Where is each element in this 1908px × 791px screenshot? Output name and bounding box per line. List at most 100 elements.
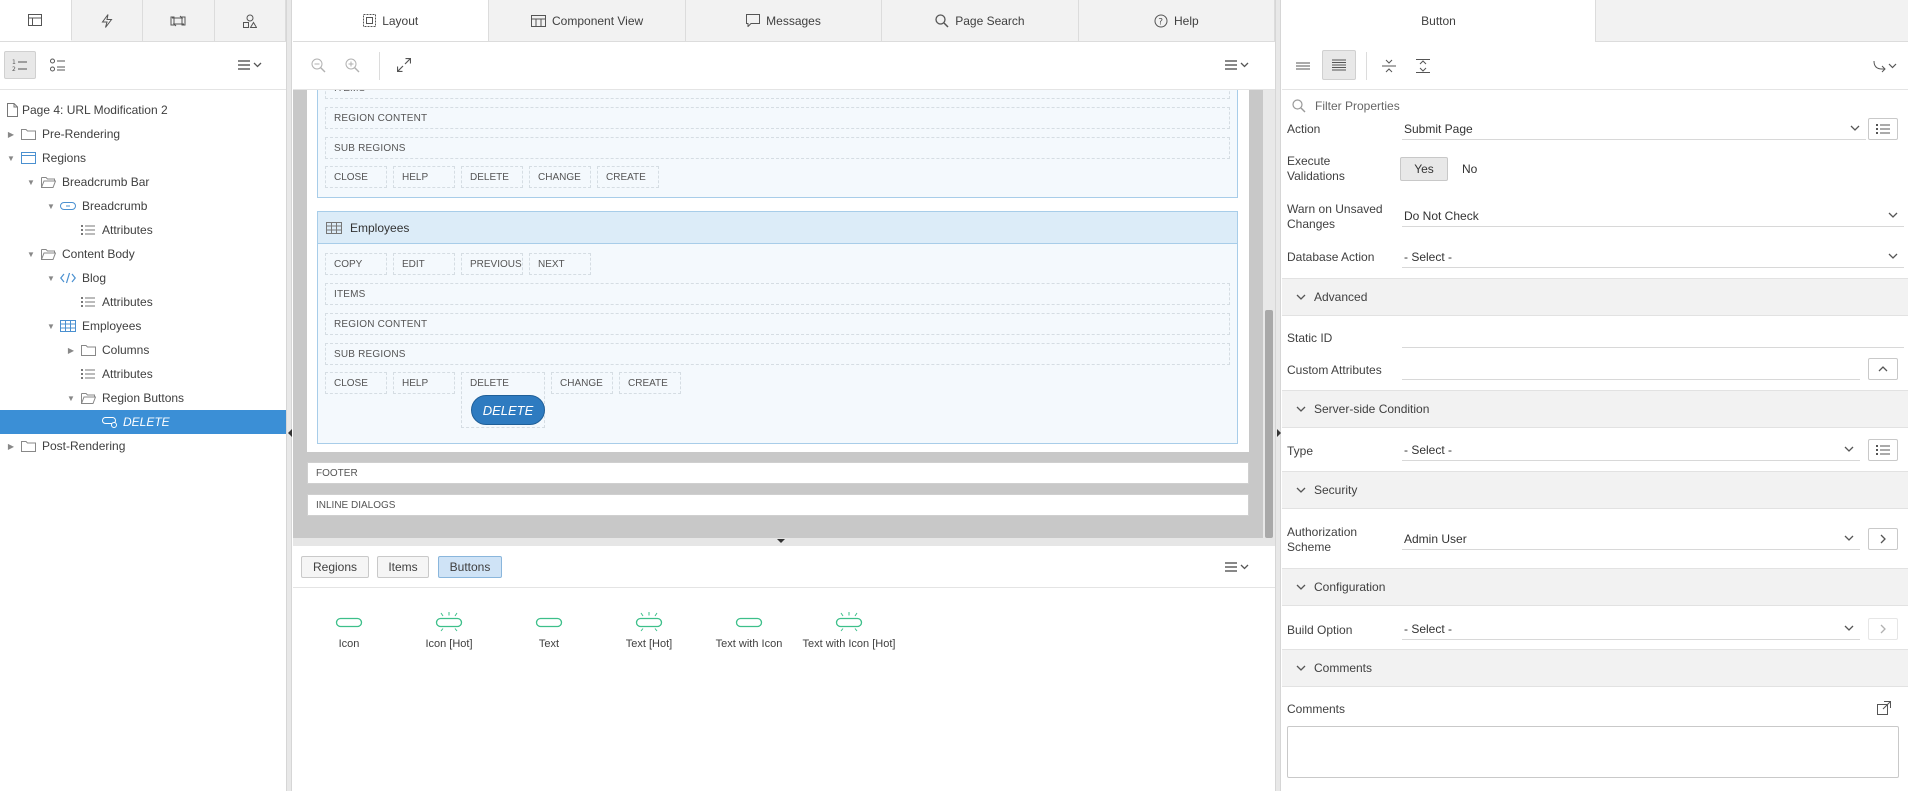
- expand-layout-button[interactable]: [393, 54, 415, 76]
- region-content-slot[interactable]: REGION CONTENT: [325, 313, 1230, 335]
- change-position[interactable]: CHANGE: [551, 372, 613, 394]
- tab-dynamic-actions[interactable]: [72, 0, 143, 41]
- comments-textarea[interactable]: [1287, 726, 1899, 778]
- gallery-item-text[interactable]: Text: [499, 612, 599, 650]
- help-position[interactable]: HELP: [393, 166, 455, 188]
- type-select[interactable]: - Select -: [1402, 439, 1860, 461]
- comments-expand-button[interactable]: [1876, 700, 1892, 716]
- items-slot[interactable]: ITEMS: [325, 283, 1230, 305]
- tab-shared-components[interactable]: [215, 0, 286, 41]
- region-content-slot[interactable]: REGION CONTENT: [325, 107, 1230, 129]
- edit-position[interactable]: EDIT: [393, 253, 455, 275]
- sub-regions-slot[interactable]: SUB REGIONS: [325, 137, 1230, 159]
- employees-region[interactable]: Employees COPY EDIT PREVIOUS NEXT ITEMS …: [317, 211, 1238, 444]
- collapse-arrow-icon[interactable]: ▼: [46, 321, 56, 331]
- authorization-goto-button[interactable]: [1868, 528, 1898, 550]
- collapse-arrow-icon[interactable]: ▼: [26, 177, 36, 187]
- canvas-scrollbar[interactable]: [1263, 90, 1275, 538]
- create-position[interactable]: CREATE: [597, 166, 659, 188]
- close-position[interactable]: CLOSE: [325, 166, 387, 188]
- expand-all-button[interactable]: [1408, 52, 1438, 80]
- tree-node-blog[interactable]: ▼ Blog: [0, 266, 286, 290]
- gallery-menu-button[interactable]: [1221, 554, 1255, 580]
- type-list-button[interactable]: [1868, 439, 1898, 461]
- gallery-item-icon[interactable]: Icon: [299, 612, 399, 650]
- copy-position[interactable]: COPY: [325, 253, 387, 275]
- no-option[interactable]: No: [1462, 162, 1477, 176]
- tab-help[interactable]: ? Help: [1079, 0, 1276, 41]
- gallery-tab-regions[interactable]: Regions: [301, 556, 369, 578]
- static-id-input[interactable]: [1402, 326, 1904, 348]
- section-advanced[interactable]: Advanced: [1282, 278, 1908, 316]
- tab-button[interactable]: Button: [1282, 0, 1596, 42]
- authorization-select[interactable]: Admin User: [1402, 528, 1860, 550]
- previous-position[interactable]: PREVIOUS: [461, 253, 523, 275]
- zoom-out-button[interactable]: [307, 54, 329, 76]
- inline-dialogs-slot[interactable]: INLINE DIALOGS: [307, 494, 1249, 516]
- show-common-button[interactable]: [1288, 52, 1318, 80]
- go-to-group-button[interactable]: [1868, 52, 1902, 80]
- close-position[interactable]: CLOSE: [325, 372, 387, 394]
- expand-arrow-icon[interactable]: ▶: [66, 345, 76, 355]
- sub-regions-slot[interactable]: SUB REGIONS: [325, 343, 1230, 365]
- custom-attributes-input[interactable]: [1402, 358, 1860, 380]
- gallery-tab-items[interactable]: Items: [377, 556, 429, 578]
- collapse-arrow-icon[interactable]: ▼: [26, 249, 36, 259]
- build-option-select[interactable]: - Select -: [1402, 618, 1860, 640]
- tree-node-breadcrumb-bar[interactable]: ▼ Breadcrumb Bar: [0, 170, 286, 194]
- tab-messages[interactable]: Messages: [686, 0, 883, 41]
- tree-menu-button[interactable]: [234, 51, 268, 79]
- employees-region-header[interactable]: Employees: [318, 212, 1237, 244]
- collapse-left-icon[interactable]: [288, 429, 292, 437]
- collapse-all-button[interactable]: [1374, 52, 1404, 80]
- section-server-side-condition[interactable]: Server-side Condition: [1282, 390, 1908, 428]
- footer-slot[interactable]: FOOTER: [307, 462, 1249, 484]
- next-position[interactable]: NEXT: [529, 253, 591, 275]
- yes-option[interactable]: Yes: [1400, 157, 1448, 181]
- tree-node-region-buttons[interactable]: ▼ Region Buttons: [0, 386, 286, 410]
- zoom-in-button[interactable]: [341, 54, 363, 76]
- tree-node-breadcrumb[interactable]: ▼ Breadcrumb: [0, 194, 286, 218]
- tree-node-columns[interactable]: ▶ Columns: [0, 338, 286, 362]
- delete-button[interactable]: DELETE: [471, 395, 545, 425]
- items-slot[interactable]: ITEMS: [325, 90, 1230, 99]
- collapse-arrow-icon[interactable]: ▼: [46, 201, 56, 211]
- tree-node-delete-button[interactable]: DELETE: [0, 410, 286, 434]
- numbered-list-view-button[interactable]: 12: [4, 51, 36, 79]
- create-position[interactable]: CREATE: [619, 372, 681, 394]
- delete-position[interactable]: DELETE: [461, 166, 523, 188]
- help-position[interactable]: HELP: [393, 372, 455, 394]
- expand-arrow-icon[interactable]: ▶: [6, 441, 16, 451]
- section-security[interactable]: Security: [1282, 471, 1908, 509]
- tree-node-regions[interactable]: ▼ Regions: [0, 146, 286, 170]
- section-configuration[interactable]: Configuration: [1282, 568, 1908, 606]
- scrollbar-thumb[interactable]: [1265, 310, 1273, 538]
- tab-processing[interactable]: [143, 0, 215, 41]
- collapse-arrow-icon[interactable]: ▼: [46, 273, 56, 283]
- section-comments[interactable]: Comments: [1282, 649, 1908, 687]
- collapse-arrow-icon[interactable]: ▼: [66, 393, 76, 403]
- change-position[interactable]: CHANGE: [529, 166, 591, 188]
- tree-node-page[interactable]: Page 4: URL Modification 2: [0, 98, 286, 122]
- warn-unsaved-select[interactable]: Do Not Check: [1402, 205, 1904, 227]
- tree-node-attributes[interactable]: Attributes: [0, 362, 286, 386]
- tree-node-content-body[interactable]: ▼ Content Body: [0, 242, 286, 266]
- left-splitter[interactable]: [286, 0, 292, 791]
- tree-node-attributes[interactable]: Attributes: [0, 290, 286, 314]
- action-list-button[interactable]: [1868, 118, 1898, 140]
- custom-attributes-expand-button[interactable]: [1868, 358, 1898, 380]
- tree-node-post-rendering[interactable]: ▶ Post-Rendering: [0, 434, 286, 458]
- gallery-splitter[interactable]: [293, 538, 1275, 546]
- gallery-item-text-hot[interactable]: Text [Hot]: [599, 612, 699, 650]
- gallery-item-text-with-icon-hot[interactable]: Text with Icon [Hot]: [799, 612, 899, 650]
- action-select[interactable]: Submit Page: [1402, 118, 1866, 140]
- tree-node-employees[interactable]: ▼ Employees: [0, 314, 286, 338]
- tree-node-pre-rendering[interactable]: ▶ Pre-Rendering: [0, 122, 286, 146]
- gallery-item-text-with-icon[interactable]: Text with Icon: [699, 612, 799, 650]
- grouped-list-view-button[interactable]: [44, 51, 72, 79]
- build-option-goto-button[interactable]: [1868, 618, 1898, 640]
- show-all-button[interactable]: [1322, 50, 1356, 80]
- collapse-right-icon[interactable]: [1277, 429, 1281, 437]
- tab-page-search[interactable]: Page Search: [882, 0, 1079, 41]
- database-action-select[interactable]: - Select -: [1402, 246, 1904, 268]
